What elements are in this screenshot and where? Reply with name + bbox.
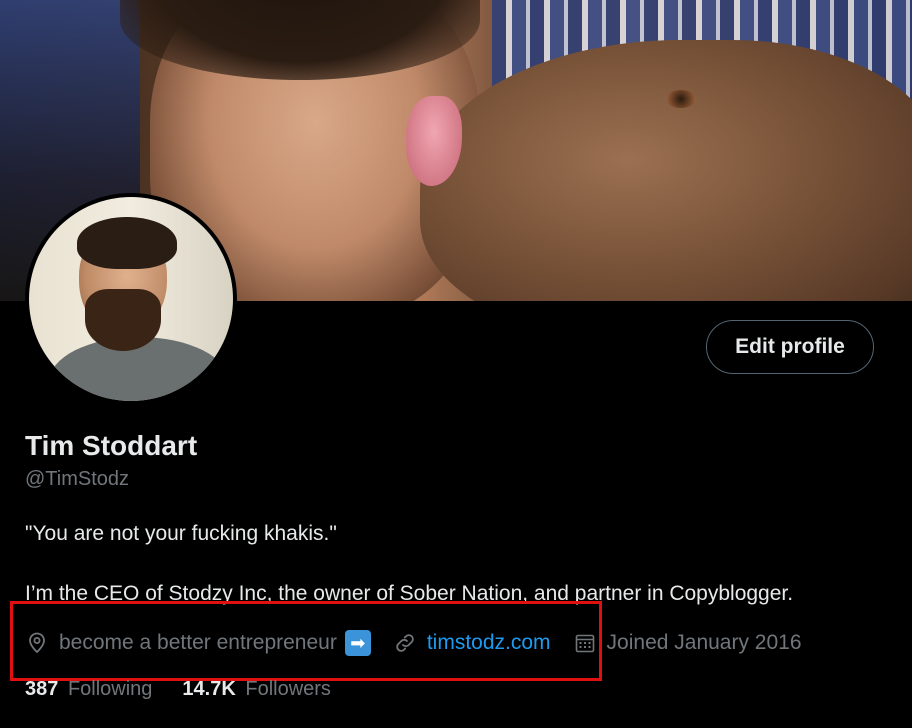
- profile-location: become a better entrepreneur ➡: [25, 630, 371, 656]
- edit-profile-button[interactable]: Edit profile: [706, 320, 874, 374]
- profile-website[interactable]: timstodz.com: [393, 631, 551, 655]
- following-link[interactable]: 387 Following: [25, 678, 152, 701]
- follow-counts: 387 Following 14.7K Followers: [25, 678, 361, 701]
- link-icon: [396, 634, 414, 652]
- avatar-photo: [29, 197, 233, 401]
- right-arrow-emoji-icon: ➡: [344, 630, 371, 656]
- profile-bio: "You are not your fucking khakis." I’m t…: [25, 520, 895, 608]
- following-count: 387: [25, 678, 59, 700]
- joined-text: Joined January 2016: [606, 631, 802, 654]
- location-pin-icon: [29, 632, 45, 654]
- profile-joined: Joined January 2016: [573, 631, 802, 655]
- avatar-beard: [85, 289, 161, 351]
- profile-name: Tim Stoddart: [25, 430, 198, 461]
- profile-avatar[interactable]: [25, 193, 237, 405]
- avatar-hair: [77, 217, 177, 269]
- location-text: become a better entrepreneur: [59, 631, 337, 654]
- profile-meta: become a better entrepreneur ➡ timstodz.…: [25, 626, 824, 660]
- bio-line: "You are not your fucking khakis.": [25, 522, 337, 545]
- following-label: Following: [67, 678, 153, 700]
- calendar-icon: [575, 634, 594, 653]
- followers-count: 14.7K: [182, 678, 236, 700]
- website-link[interactable]: timstodz.com: [427, 631, 551, 655]
- bio-line: I’m the CEO of Stodzy Inc, the owner of …: [25, 582, 794, 605]
- banner-dog-eye: [666, 90, 696, 108]
- profile-handle: @TimStodz: [25, 468, 130, 490]
- followers-link[interactable]: 14.7K Followers: [182, 678, 331, 701]
- followers-label: Followers: [245, 678, 331, 700]
